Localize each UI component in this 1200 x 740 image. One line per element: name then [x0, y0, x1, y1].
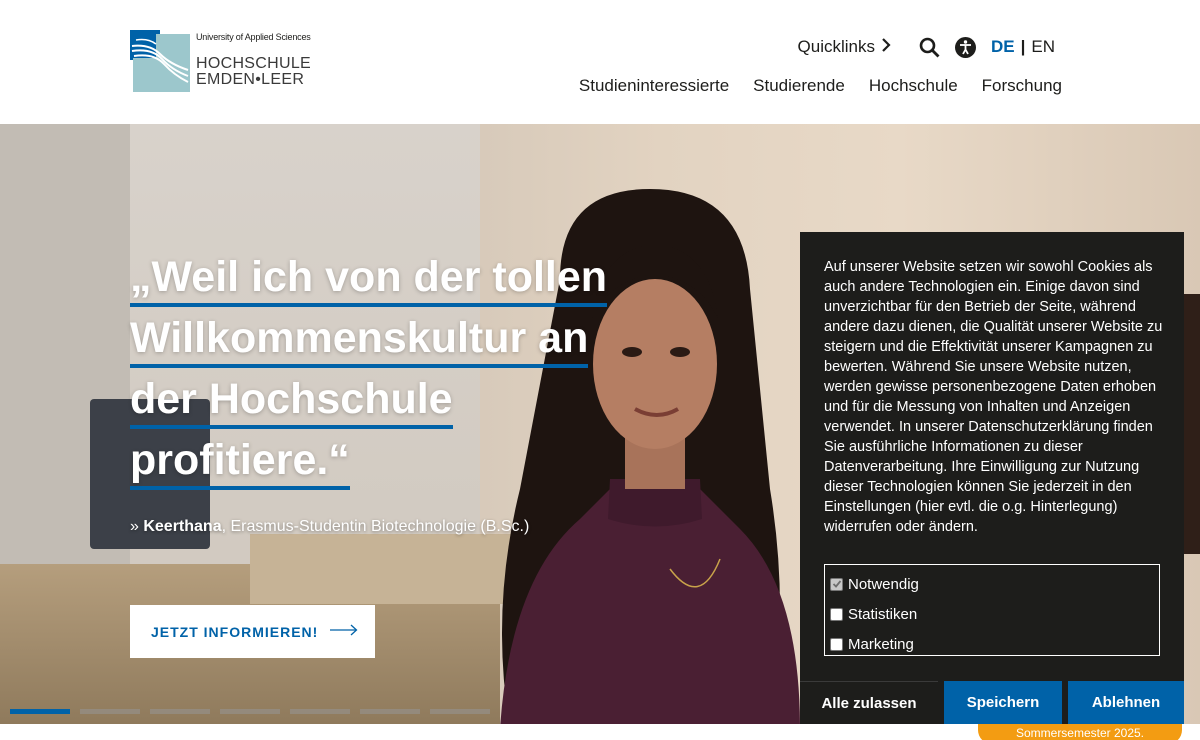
- cookie-buttons: Alle zulassen Speichern Ablehnen: [800, 681, 1184, 724]
- search-icon[interactable]: [919, 36, 941, 58]
- slider-dot[interactable]: [290, 709, 350, 714]
- hero-quote-line: Willkommenskultur an: [130, 316, 589, 368]
- utility-bar: Quicklinks DE | EN: [798, 35, 1055, 59]
- checkbox-checked-icon[interactable]: [830, 577, 843, 591]
- lang-de-link[interactable]: DE: [991, 37, 1015, 57]
- cookie-consent-banner: Auf unserer Website setzen wir sowohl Co…: [800, 232, 1184, 724]
- slider-dot[interactable]: [360, 709, 420, 714]
- attribution-name: Keerthana: [143, 518, 222, 535]
- cookie-options: Notwendig Statistiken Marketing: [824, 564, 1160, 656]
- cookie-option-label: Notwendig: [848, 575, 919, 593]
- logo-name-line1: HOCHSCHULE: [196, 55, 312, 72]
- hero-quote-line: der Hochschule: [130, 377, 453, 429]
- slider-dot[interactable]: [220, 709, 280, 714]
- nav-item-studierende[interactable]: Studierende: [753, 76, 845, 96]
- cookie-option-statistiken[interactable]: Statistiken: [825, 599, 1159, 629]
- nav-item-hochschule[interactable]: Hochschule: [869, 76, 958, 96]
- arrow-right-icon: [330, 623, 358, 641]
- slider-dot[interactable]: [150, 709, 210, 714]
- cta-informieren-button[interactable]: JETZT INFORMIEREN!: [130, 605, 375, 658]
- cookie-option-marketing[interactable]: Marketing: [825, 629, 1159, 659]
- attribution-prefix: »: [130, 518, 144, 535]
- quicklinks-label: Quicklinks: [797, 37, 875, 56]
- slider-pagination: [10, 709, 500, 714]
- slider-dot[interactable]: [80, 709, 140, 714]
- slider-dot[interactable]: [430, 709, 490, 714]
- attribution-role: , Erasmus-Studentin Biotechnologie (B.Sc…: [221, 518, 530, 535]
- logo-name-line2: EMDEN•LEER: [196, 71, 305, 88]
- logo-mark-icon: [130, 30, 190, 92]
- checkbox-icon[interactable]: [830, 607, 843, 621]
- main-navigation: Studieninteressierte Studierende Hochsch…: [555, 76, 1062, 96]
- nav-item-studieninteressierte[interactable]: Studieninteressierte: [579, 76, 729, 96]
- nav-item-forschung[interactable]: Forschung: [982, 76, 1062, 96]
- cookie-consent-text: Auf unserer Website setzen wir sowohl Co…: [824, 259, 1163, 535]
- hero-quote-line: profitiere.“: [130, 438, 350, 490]
- slider-dot[interactable]: [10, 709, 70, 714]
- cookie-option-label: Statistiken: [848, 605, 918, 623]
- cookie-option-notwendig[interactable]: Notwendig: [825, 569, 1159, 599]
- cta-label: JETZT INFORMIEREN!: [151, 623, 319, 640]
- logo-text: University of Applied Sciences HOCHSCHUL…: [196, 30, 311, 96]
- hero-attribution: » Keerthana, Erasmus-Studentin Biotechno…: [130, 518, 529, 536]
- site-header: University of Applied Sciences HOCHSCHUL…: [0, 0, 1200, 124]
- chevron-right-icon: [881, 37, 891, 58]
- logo-tagline: University of Applied Sciences: [196, 32, 311, 42]
- deny-button[interactable]: Ablehnen: [1068, 681, 1184, 724]
- language-switch: DE | EN: [991, 37, 1055, 57]
- lang-en-link[interactable]: EN: [1031, 37, 1055, 57]
- allow-all-button[interactable]: Alle zulassen: [800, 681, 938, 724]
- hero-quote-line: „Weil ich von der tollen: [130, 255, 608, 307]
- lang-separator: |: [1020, 37, 1026, 56]
- hero-quote: „Weil ich von der tollen Willkommenskult…: [130, 255, 650, 499]
- cookie-option-label: Marketing: [848, 635, 914, 653]
- semester-badge[interactable]: Sommersemester 2025.: [978, 724, 1182, 740]
- quicklinks-button[interactable]: Quicklinks: [798, 37, 891, 58]
- checkbox-icon[interactable]: [830, 637, 843, 651]
- save-button[interactable]: Speichern: [944, 681, 1062, 724]
- university-logo[interactable]: University of Applied Sciences HOCHSCHUL…: [130, 30, 315, 96]
- accessibility-icon[interactable]: [955, 36, 977, 58]
